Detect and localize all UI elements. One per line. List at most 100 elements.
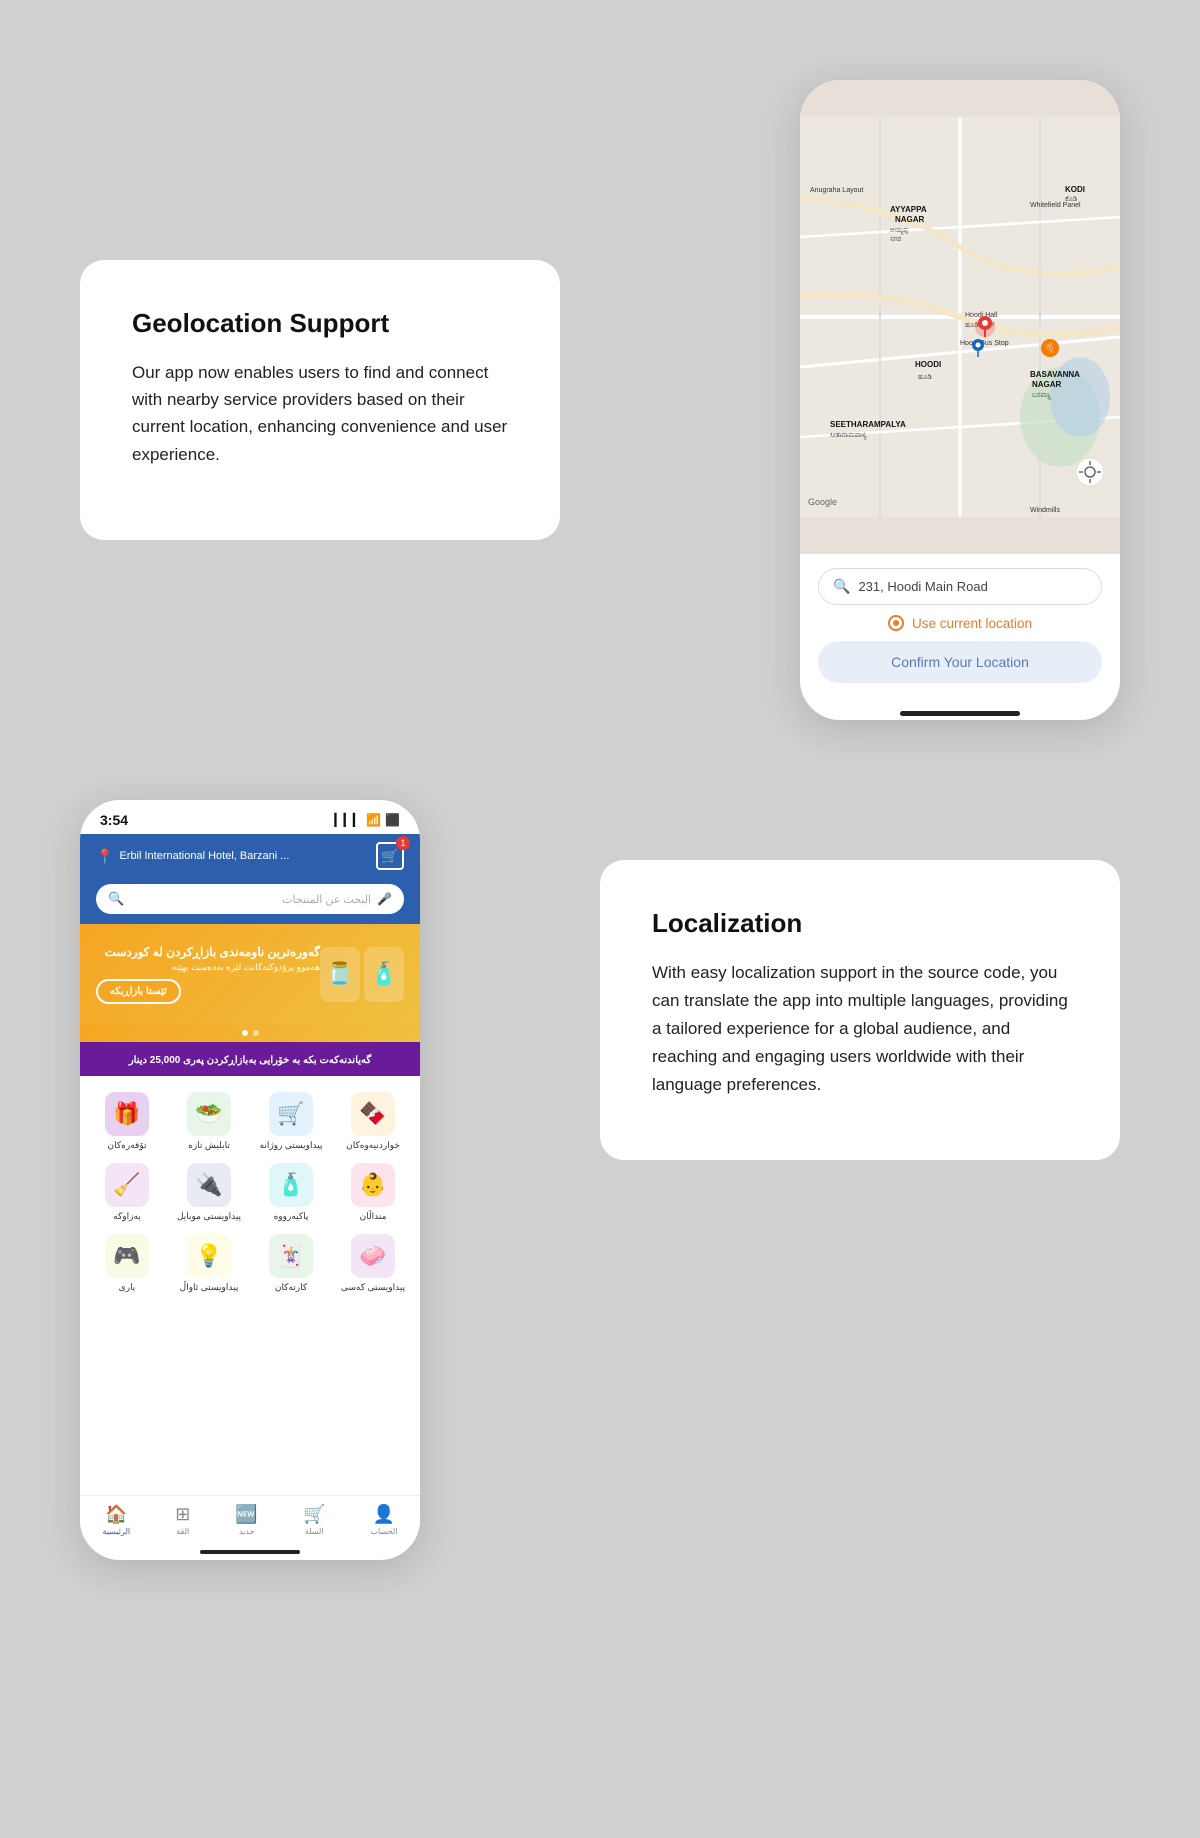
account-nav-icon: 👤 xyxy=(373,1504,395,1525)
category-label-9: پیداویستی ئاواڵ xyxy=(180,1282,239,1293)
svg-text:ನಗರ: ನಗರ xyxy=(890,236,902,243)
confirm-location-button[interactable]: Confirm Your Location xyxy=(818,641,1102,683)
cashback-banner: گەياندنەکەت بکە بە خۆرايی بەبازاڕکردن پە… xyxy=(80,1042,420,1076)
category-icon-snacks: 🍫 xyxy=(351,1092,395,1136)
svg-text:Anugraha Layout: Anugraha Layout xyxy=(810,187,863,194)
category-icon-mobile: 🔌 xyxy=(187,1163,231,1207)
category-icon-home: 💡 xyxy=(187,1234,231,1278)
top-section: Geolocation Support Our app now enables … xyxy=(0,0,1200,780)
category-item[interactable]: 🥗 تابلیش تازه xyxy=(168,1086,250,1157)
geolocation-description: Our app now enables users to find and co… xyxy=(132,359,508,468)
category-icon-baby: 👶 xyxy=(351,1163,395,1207)
dot-2 xyxy=(253,1030,259,1036)
category-label-8: یاری xyxy=(119,1282,136,1293)
nav-new[interactable]: 🆕 جدید xyxy=(235,1504,257,1536)
category-grid: 🎁 تۆفەرەکان 🥗 تابلیش تازه 🛒 پیداویستی رو… xyxy=(80,1076,420,1305)
svg-text:🍕: 🍕 xyxy=(1044,342,1055,353)
category-icon-cleaning: 🧹 xyxy=(105,1163,149,1207)
category-item[interactable]: 💡 پیداویستی ئاواڵ xyxy=(168,1228,250,1299)
category-label-1: تابلیش تازه xyxy=(188,1140,230,1151)
cart-badge[interactable]: 🛒 1 xyxy=(376,842,404,870)
category-label-5: پیداویستی موبایل xyxy=(177,1211,241,1222)
svg-text:SEETHARAMPALYA: SEETHARAMPALYA xyxy=(830,420,906,429)
account-nav-label: الحساب xyxy=(370,1527,397,1536)
category-icon-offers: 🎁 xyxy=(105,1092,149,1136)
product-2: 🧴 xyxy=(364,947,404,1002)
cart-nav-icon: 🛒 xyxy=(303,1504,325,1525)
bottom-section: 3:54 ▎▎▎ 📶 ⬛ 📍 Erbil International Hotel… xyxy=(0,780,1200,1640)
nav-account[interactable]: 👤 الحساب xyxy=(370,1504,397,1536)
app-header: 📍 Erbil International Hotel, Barzani ...… xyxy=(80,834,420,878)
svg-text:Hoodi Bus Stop: Hoodi Bus Stop xyxy=(960,340,1009,347)
cart-count: 1 xyxy=(396,836,410,850)
category-icon-daily: 🛒 xyxy=(269,1092,313,1136)
status-bar: 3:54 ▎▎▎ 📶 ⬛ xyxy=(80,800,420,834)
cashback-text: گەياندنەکەت بکە بە خۆرايی بەبازاڕکردن پە… xyxy=(129,1055,371,1066)
svg-text:Google: Google xyxy=(808,497,837,507)
search-icon-app: 🔍 xyxy=(108,891,124,907)
address-text: 231, Hoodi Main Road xyxy=(858,579,987,594)
svg-text:ಹೂಡಿ: ಹೂಡಿ xyxy=(918,374,932,381)
svg-text:NAGAR: NAGAR xyxy=(895,215,925,224)
nav-home[interactable]: 🏠 الرئيسية xyxy=(103,1504,131,1536)
category-label-10: کارتەکان xyxy=(275,1282,307,1293)
battery-icon: ⬛ xyxy=(385,813,400,827)
phone-bottom-panel: 🔍 231, Hoodi Main Road Use current locat… xyxy=(800,554,1120,703)
location-text: Erbil International Hotel, Barzani ... xyxy=(119,850,289,862)
bottom-nav: 🏠 الرئيسية ⊞ القة 🆕 جدید 🛒 السلة 👤 الحسا… xyxy=(80,1495,420,1544)
svg-text:ಕೊಡಿ: ಕೊಡಿ xyxy=(1065,196,1078,203)
cart-nav-label: السلة xyxy=(305,1527,324,1536)
category-item[interactable]: 🧹 یەزاوکه xyxy=(86,1157,168,1228)
search-input-row[interactable]: 🔍 البحث عن المنتجات 🎤 xyxy=(96,884,404,914)
category-icon-games: 🎮 xyxy=(105,1234,149,1278)
svg-text:Whitefield Panel: Whitefield Panel xyxy=(1030,202,1081,209)
status-icons: ▎▎▎ 📶 ⬛ xyxy=(334,813,400,827)
map-phone-mockup: AYYAPPA NAGAR ಅಯ್ಯಪ್ಪ ನಗರ HOODI ಹೂಡಿ BAS… xyxy=(800,80,1120,720)
svg-text:HOODI: HOODI xyxy=(915,360,941,369)
category-label-11: پیداویستی کەسی xyxy=(341,1282,405,1293)
svg-text:Windmills: Windmills xyxy=(1030,507,1060,514)
category-item[interactable]: 🧼 پیداویستی کەسی xyxy=(332,1228,414,1299)
category-item[interactable]: 👶 منداڵان xyxy=(332,1157,414,1228)
new-nav-label: جدید xyxy=(239,1527,255,1536)
use-current-location-label: Use current location xyxy=(912,616,1032,631)
home-nav-icon: 🏠 xyxy=(105,1504,127,1525)
svg-text:BASAVANNA: BASAVANNA xyxy=(1030,370,1080,379)
category-item[interactable]: 🍫 خواردنیەوەکان xyxy=(332,1086,414,1157)
address-search-bar[interactable]: 🔍 231, Hoodi Main Road xyxy=(818,568,1102,605)
dot-1 xyxy=(242,1030,248,1036)
nav-cart[interactable]: 🛒 السلة xyxy=(303,1504,325,1536)
banner-title: گەورەترین ناومەندی بازاڕکردن لە کوردست xyxy=(96,945,320,959)
category-item[interactable]: 🔌 پیداویستی موبایل xyxy=(168,1157,250,1228)
signal-icon: ▎▎▎ xyxy=(334,813,362,827)
localization-phone-mockup: 3:54 ▎▎▎ 📶 ⬛ 📍 Erbil International Hotel… xyxy=(80,800,420,1560)
geolocation-title: Geolocation Support xyxy=(132,308,508,339)
wifi-icon: 📶 xyxy=(366,813,381,827)
category-item[interactable]: 🃏 کارتەکان xyxy=(250,1228,332,1299)
category-item[interactable]: 🎁 تۆفەرەکان xyxy=(86,1086,168,1157)
category-label-6: پاکیەرووه xyxy=(274,1211,309,1222)
new-nav-icon: 🆕 xyxy=(235,1504,257,1525)
category-label-3: خواردنیەوەکان xyxy=(346,1140,400,1151)
nav-categories[interactable]: ⊞ القة xyxy=(175,1504,190,1536)
pin-icon: 📍 xyxy=(96,848,113,865)
banner-dots xyxy=(80,1024,420,1042)
banner-button[interactable]: ئێستا بازاڕبکە xyxy=(96,979,181,1004)
home-nav-label: الرئيسية xyxy=(103,1527,131,1536)
svg-text:NAGAR: NAGAR xyxy=(1032,380,1062,389)
banner-text: گەورەترین ناومەندی بازاڕکردن لە کوردست ھ… xyxy=(96,945,320,1004)
status-time: 3:54 xyxy=(100,812,128,828)
category-item[interactable]: 🧴 پاکیەرووه xyxy=(250,1157,332,1228)
promo-banner: گەورەترین ناومەندی بازاڕکردن لە کوردست ھ… xyxy=(80,924,420,1024)
categories-nav-icon: ⊞ xyxy=(175,1504,190,1525)
localization-text-card: Localization With easy localization supp… xyxy=(600,860,1120,1160)
category-item[interactable]: 🛒 پیداویستی روژانه xyxy=(250,1086,332,1157)
product-1: 🫙 xyxy=(320,947,360,1002)
use-current-location-button[interactable]: Use current location xyxy=(818,615,1102,631)
category-icon-personal: 🧼 xyxy=(351,1234,395,1278)
category-label-0: تۆفەرەکان xyxy=(108,1140,147,1151)
category-item[interactable]: 🎮 یاری xyxy=(86,1228,168,1299)
voice-icon: 🎤 xyxy=(377,892,392,906)
svg-text:AYYAPPA: AYYAPPA xyxy=(890,205,927,214)
category-label-7: منداڵان xyxy=(360,1211,387,1222)
